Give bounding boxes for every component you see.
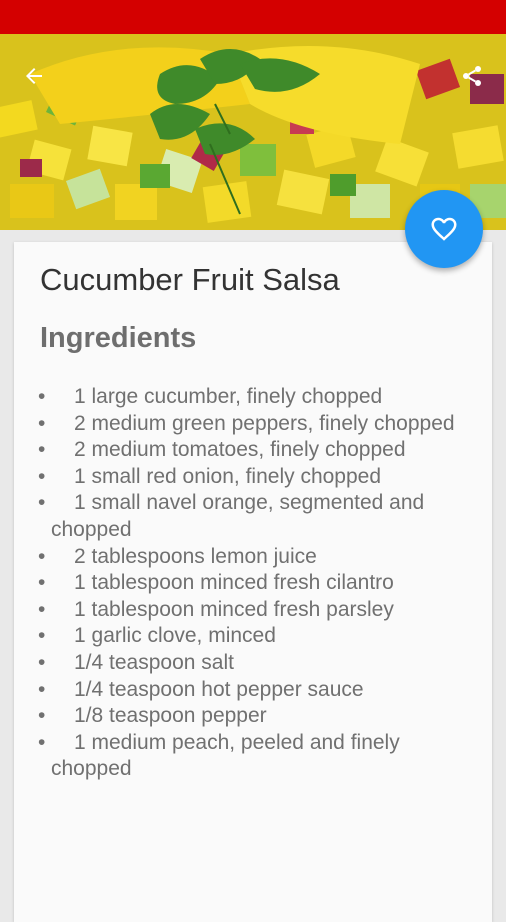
bullet-marker: • [38,624,46,648]
ingredient-item: • 1/4 teaspoon hot pepper sauce [38,677,458,704]
ingredients-list: • 1 large cucumber, finely chopped • 2 medi… [38,384,458,783]
ingredient-label: 1 garlic clove, minced [74,624,276,648]
bullet-marker: • [38,597,46,621]
ingredient-label: 1/4 teaspoon salt [74,650,234,674]
ingredient-text: 2 tablespoons lemon juice [51,544,458,571]
ingredient-item: • 2 tablespoons lemon juice [38,544,458,571]
favorite-button[interactable] [405,190,483,268]
ingredient-text: 1/8 teaspoon pepper [51,703,458,730]
bullet-marker: • [38,730,46,754]
bullet-marker: • [38,464,46,488]
ingredient-text: 1 garlic clove, minced [51,623,458,650]
ingredient-item: • 1 small navel orange, segmented and cho… [38,490,458,543]
ingredient-item: • 2 medium green peppers, finely chopped [38,411,458,438]
ingredient-label: 1 tablespoon minced fresh cilantro [74,571,394,595]
ingredient-item: • 1/4 teaspoon salt [38,650,458,677]
ingredient-label: 2 medium tomatoes, finely chopped [74,438,406,462]
bullet-marker: • [38,571,46,595]
bullet-marker: • [38,704,46,728]
ingredient-label: 1 tablespoon minced fresh parsley [74,597,394,621]
ingredient-item: • 1 small red onion, finely chopped [38,464,458,491]
ingredient-text: 2 medium green peppers, finely chopped [51,411,458,438]
ingredient-label: 1 small navel orange, segmented and chop… [51,491,425,541]
ingredient-text: 1 large cucumber, finely chopped [51,384,458,411]
ingredient-item: • 1 large cucumber, finely chopped [38,384,458,411]
ingredients-heading: Ingredients [40,322,197,354]
ingredient-label: 1 medium peach, peeled and finely choppe… [51,730,400,781]
ingredient-text: 1 tablespoon minced fresh parsley [51,597,458,624]
ingredient-text: 1/4 teaspoon salt [51,650,458,677]
share-button[interactable] [454,58,490,94]
ingredient-text: 1 small red onion, finely chopped [51,464,458,491]
bullet-marker: • [38,411,46,435]
ingredient-item: • 1 medium peach, peeled and finely chopp… [38,730,458,783]
bullet-marker: • [38,650,46,674]
bullet-marker: • [38,677,46,701]
back-button[interactable] [16,58,52,94]
arrow-left-icon [26,68,42,84]
ingredient-text: 1 small navel orange, segmented and chop… [51,490,458,543]
ingredient-label: 1 large cucumber, finely chopped [74,385,383,408]
ingredient-label: 1 small red onion, finely chopped [74,464,382,488]
ingredient-item: • 1 garlic clove, minced [38,623,458,650]
ingredient-text: 1/4 teaspoon hot pepper sauce [51,677,458,704]
ingredient-label: 1/4 teaspoon hot pepper sauce [74,677,364,701]
ingredient-label: 1/8 teaspoon pepper [74,704,267,728]
ingredient-item: • 2 medium tomatoes, finely chopped [38,437,458,464]
bullet-marker: • [38,438,46,462]
ingredient-item: • 1 tablespoon minced fresh cilantro [38,570,458,597]
ingredient-text: 2 medium tomatoes, finely chopped [51,437,458,464]
ingredient-label: 2 tablespoons lemon juice [74,544,317,568]
ingredient-text: 1 tablespoon minced fresh cilantro [51,570,458,597]
ingredient-label: 2 medium green peppers, finely chopped [74,411,455,435]
status-bar [0,0,506,34]
bullet-marker: • [38,385,46,408]
heart-outline-icon [431,217,457,241]
bullet-marker: • [38,491,46,515]
ingredient-item: • 1/8 teaspoon pepper [38,703,458,730]
recipe-title: Cucumber Fruit Salsa [40,262,340,297]
ingredient-item: • 1 tablespoon minced fresh parsley [38,597,458,624]
share-icon [463,66,481,86]
ingredient-text: 1 medium peach, peeled and finely choppe… [51,730,458,783]
bullet-marker: • [38,544,46,568]
